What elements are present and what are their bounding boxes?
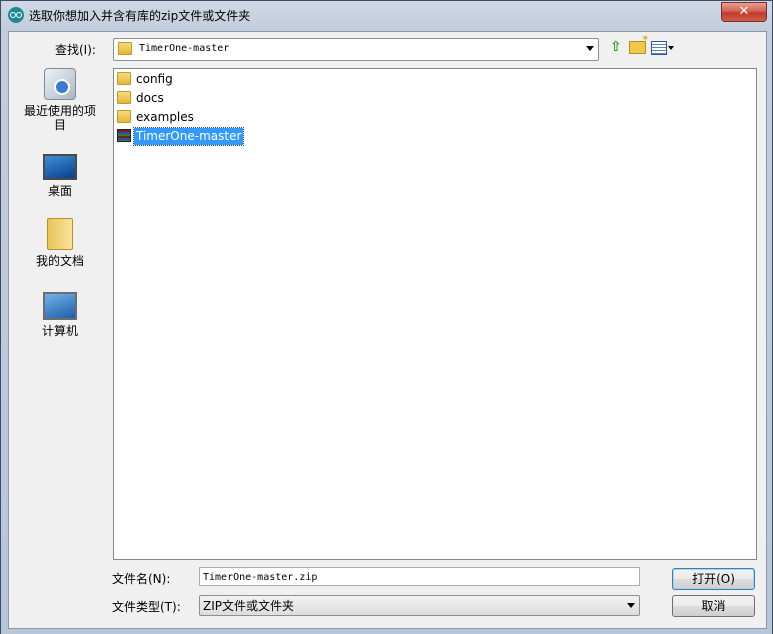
filetype-label: 文件类型(T):: [112, 600, 181, 614]
filename-field[interactable]: TimerOne-master.zip: [199, 567, 640, 586]
title-bar[interactable]: 选取你想加入并含有库的zip文件或文件夹 ✕: [1, 1, 772, 31]
chevron-down-icon[interactable]: [627, 603, 635, 608]
look-in-value: TimerOne-master: [139, 43, 230, 54]
folder-icon: [117, 110, 131, 123]
up-one-level-icon[interactable]: ⇧: [610, 39, 622, 55]
place-label: 桌面: [47, 184, 72, 198]
filetype-value: ZIP文件或文件夹: [203, 599, 294, 613]
folder-icon: [117, 72, 131, 85]
folder-icon: [117, 91, 131, 104]
open-button[interactable]: 打开(O): [672, 568, 755, 590]
window-title: 选取你想加入并含有库的zip文件或文件夹: [29, 9, 251, 23]
documents-icon: [47, 218, 73, 250]
look-in-dropdown[interactable]: TimerOne-master: [113, 38, 599, 61]
filetype-dropdown[interactable]: ZIP文件或文件夹: [199, 595, 640, 616]
chevron-down-icon[interactable]: [668, 46, 674, 50]
zip-archive-icon: [117, 129, 131, 142]
recent-items-icon: [44, 68, 76, 100]
look-in-label: 查找(I):: [55, 43, 96, 57]
desktop-icon: [43, 154, 77, 180]
places-bar: 最近使用的项目 桌面 我的文档 计算机: [9, 68, 111, 368]
new-folder-icon[interactable]: [629, 34, 649, 54]
file-name: examples: [136, 110, 194, 124]
view-menu-icon[interactable]: [651, 41, 667, 55]
chevron-down-icon[interactable]: [586, 46, 594, 51]
place-label: 计算机: [41, 324, 78, 338]
computer-icon: [43, 292, 77, 320]
file-name: config: [136, 72, 173, 86]
place-label: 最近使用的项目: [23, 104, 96, 132]
close-button[interactable]: ✕: [721, 2, 767, 22]
place-documents[interactable]: 我的文档: [9, 218, 111, 268]
arduino-app-icon: [8, 7, 24, 23]
place-desktop[interactable]: 桌面: [9, 148, 111, 198]
place-label: 我的文档: [35, 254, 84, 268]
folder-icon: [118, 42, 132, 55]
dialog-body: 查找(I): TimerOne-master ⇧ 最近使用的项目 桌面 我的文档: [8, 31, 767, 629]
file-list[interactable]: config docs examples TimerOne-master: [113, 68, 757, 560]
place-computer[interactable]: 计算机: [9, 288, 111, 338]
place-recent-items[interactable]: 最近使用的项目: [9, 68, 111, 132]
cancel-button[interactable]: 取消: [672, 595, 755, 617]
window-bottom-frame: [1, 629, 772, 634]
filename-label: 文件名(N):: [112, 572, 171, 586]
file-chooser-dialog: 选取你想加入并含有库的zip文件或文件夹 ✕ 查找(I): TimerOne-m…: [0, 0, 773, 634]
file-name: docs: [136, 91, 164, 105]
file-name: TimerOne-master: [132, 127, 245, 146]
